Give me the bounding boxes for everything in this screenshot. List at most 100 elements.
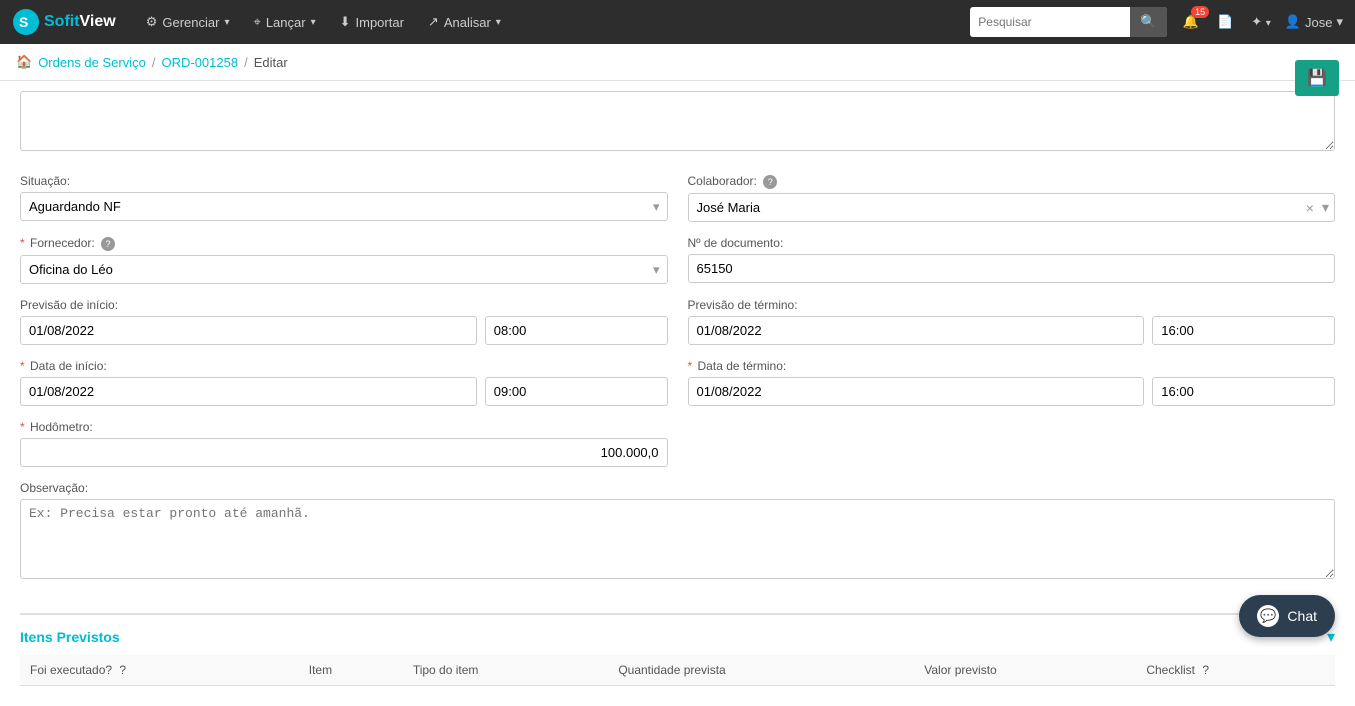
previsao-inicio-label: Previsão de início: [20,298,668,312]
form-section: Situação: Aguardando NF Em andamento Con… [20,164,1335,603]
fornecedor-select[interactable]: Oficina do Léo [20,255,668,284]
user-chevron-icon: ▾ [1336,14,1343,30]
nav-importar[interactable]: ⬇ Importar [330,8,414,36]
chat-icon: 💬 [1260,608,1276,624]
previsao-termino-date-time [688,316,1336,345]
hodometro-label: * Hodômetro: [20,420,668,434]
foi-executado-help-icon[interactable]: ? [119,663,126,677]
itens-title: Itens Previstos [20,629,120,645]
previsao-inicio-time-input[interactable] [485,316,668,345]
colaborador-wrapper: × ▾ [688,193,1336,222]
hodometro-group: * Hodômetro: [20,420,668,467]
colaborador-dropdown-button[interactable]: ▾ [1320,199,1331,216]
search-button[interactable]: 🔍 [1130,7,1167,37]
main-content: Situação: Aguardando NF Em andamento Con… [0,81,1355,706]
colaborador-label: Colaborador: ? [688,174,1336,189]
previsao-termino-label: Previsão de término: [688,298,1336,312]
launch-icon: ⌖ [253,14,260,30]
previsao-inicio-group: Previsão de início: [20,298,668,345]
previsao-inicio-date-time [20,316,668,345]
logo-icon: S [12,8,40,36]
previsao-termino-date-input[interactable] [688,316,1145,345]
colaborador-input[interactable] [688,193,1336,222]
top-navigation: S SofitView ⚙ Gerenciar ▾ ⌖ Lançar ▾ ⬇ I… [0,0,1355,44]
nav-gerenciar[interactable]: ⚙ Gerenciar ▾ [136,8,240,36]
app-logo: S SofitView [12,8,116,36]
form-row-hodometro: * Hodômetro: [20,420,1335,467]
home-icon: 🏠 [16,54,32,70]
data-termino-label: * Data de término: [688,359,1336,373]
breadcrumb-orders-link[interactable]: Ordens de Serviço [38,55,146,70]
col-tipo-do-item: Tipo do item [403,655,609,686]
network-button[interactable]: ✦ ▾ [1247,10,1275,34]
n-documento-label: Nº de documento: [688,236,1336,250]
situacao-label: Situação: [20,174,668,188]
observacao-textarea[interactable] [20,499,1335,579]
fornecedor-help-icon[interactable]: ? [101,237,115,251]
breadcrumb-current: Editar [254,55,288,70]
data-inicio-date-time [20,377,668,406]
col-checklist: Checklist ? [1136,655,1335,686]
items-table-head: Foi executado? ? Item Tipo do item Quant… [20,655,1335,686]
data-inicio-time-input[interactable] [485,377,668,406]
fornecedor-label: * Fornecedor: ? [20,236,668,251]
n-documento-group: Nº de documento: [688,236,1336,283]
breadcrumb-order-id-link[interactable]: ORD-001258 [161,55,238,70]
n-documento-input[interactable] [688,254,1336,283]
search-box: 🔍 [970,7,1167,37]
search-input[interactable] [970,11,1130,33]
col-quantidade-prevista: Quantidade prevista [608,655,914,686]
notification-button[interactable]: 🔔 15 [1179,10,1203,34]
save-button[interactable]: 💾 [1295,60,1339,96]
colaborador-buttons: × ▾ [1304,199,1331,216]
chat-bubble-icon: 💬 [1257,605,1279,627]
previsao-inicio-date-input[interactable] [20,316,477,345]
svg-text:S: S [19,14,28,30]
user-icon: 👤 [1285,14,1301,30]
logo-text: SofitView [44,13,116,31]
chevron-down-icon: ▾ [311,17,316,28]
itens-section: Itens Previstos ▾ Foi executado? ? Item … [20,613,1335,686]
breadcrumb: 🏠 Ordens de Serviço / ORD-001258 / Edita… [0,44,1355,81]
nav-icons: 🔔 15 📄 ✦ ▾ 👤 Jose ▾ [1179,10,1343,34]
data-termino-date-input[interactable] [688,377,1145,406]
colaborador-group: Colaborador: ? × ▾ [688,174,1336,222]
form-row-previsao: Previsão de início: Previsão de término: [20,298,1335,345]
data-inicio-group: * Data de início: [20,359,668,406]
checklist-help-icon[interactable]: ? [1202,663,1209,677]
colaborador-help-icon[interactable]: ? [763,175,777,189]
hodometro-input[interactable] [20,438,668,467]
chat-button[interactable]: 💬 Chat [1239,595,1335,637]
import-icon: ⬇ [340,14,351,30]
itens-header[interactable]: Itens Previstos ▾ [20,615,1335,655]
observacao-label: Observação: [20,481,1335,495]
data-termino-group: * Data de término: [688,359,1336,406]
nav-lancar[interactable]: ⌖ Lançar ▾ [243,8,325,36]
notification-badge: 15 [1191,6,1209,18]
col-item: Item [299,655,403,686]
colaborador-clear-button[interactable]: × [1304,200,1316,216]
data-inicio-label: * Data de início: [20,359,668,373]
col-foi-executado: Foi executado? ? [20,655,299,686]
col-valor-previsto: Valor previsto [914,655,1136,686]
chevron-down-icon: ▾ [224,17,229,28]
chart-icon: ↗ [428,14,439,30]
file-button[interactable]: 📄 [1213,10,1237,34]
form-row-fornecedor-documento: * Fornecedor: ? Oficina do Léo Nº de doc… [20,236,1335,284]
previsao-termino-group: Previsão de término: [688,298,1336,345]
data-termino-time-input[interactable] [1152,377,1335,406]
nav-analisar[interactable]: ↗ Analisar ▾ [418,8,511,36]
previsao-termino-time-input[interactable] [1152,316,1335,345]
situacao-group: Situação: Aguardando NF Em andamento Con… [20,174,668,221]
form-row-situacao-colaborador: Situação: Aguardando NF Em andamento Con… [20,174,1335,222]
situacao-select-wrapper: Aguardando NF Em andamento Concluído Can… [20,192,668,221]
data-inicio-date-input[interactable] [20,377,477,406]
items-table-header-row: Foi executado? ? Item Tipo do item Quant… [20,655,1335,686]
situacao-select[interactable]: Aguardando NF Em andamento Concluído Can… [20,192,668,221]
top-textarea-area [20,81,1335,164]
observacao-group: Observação: [20,481,1335,579]
user-menu[interactable]: 👤 Jose ▾ [1285,14,1343,30]
form-row-observacao: Observação: [20,481,1335,579]
top-textarea[interactable] [20,91,1335,151]
fornecedor-select-wrapper: Oficina do Léo [20,255,668,284]
